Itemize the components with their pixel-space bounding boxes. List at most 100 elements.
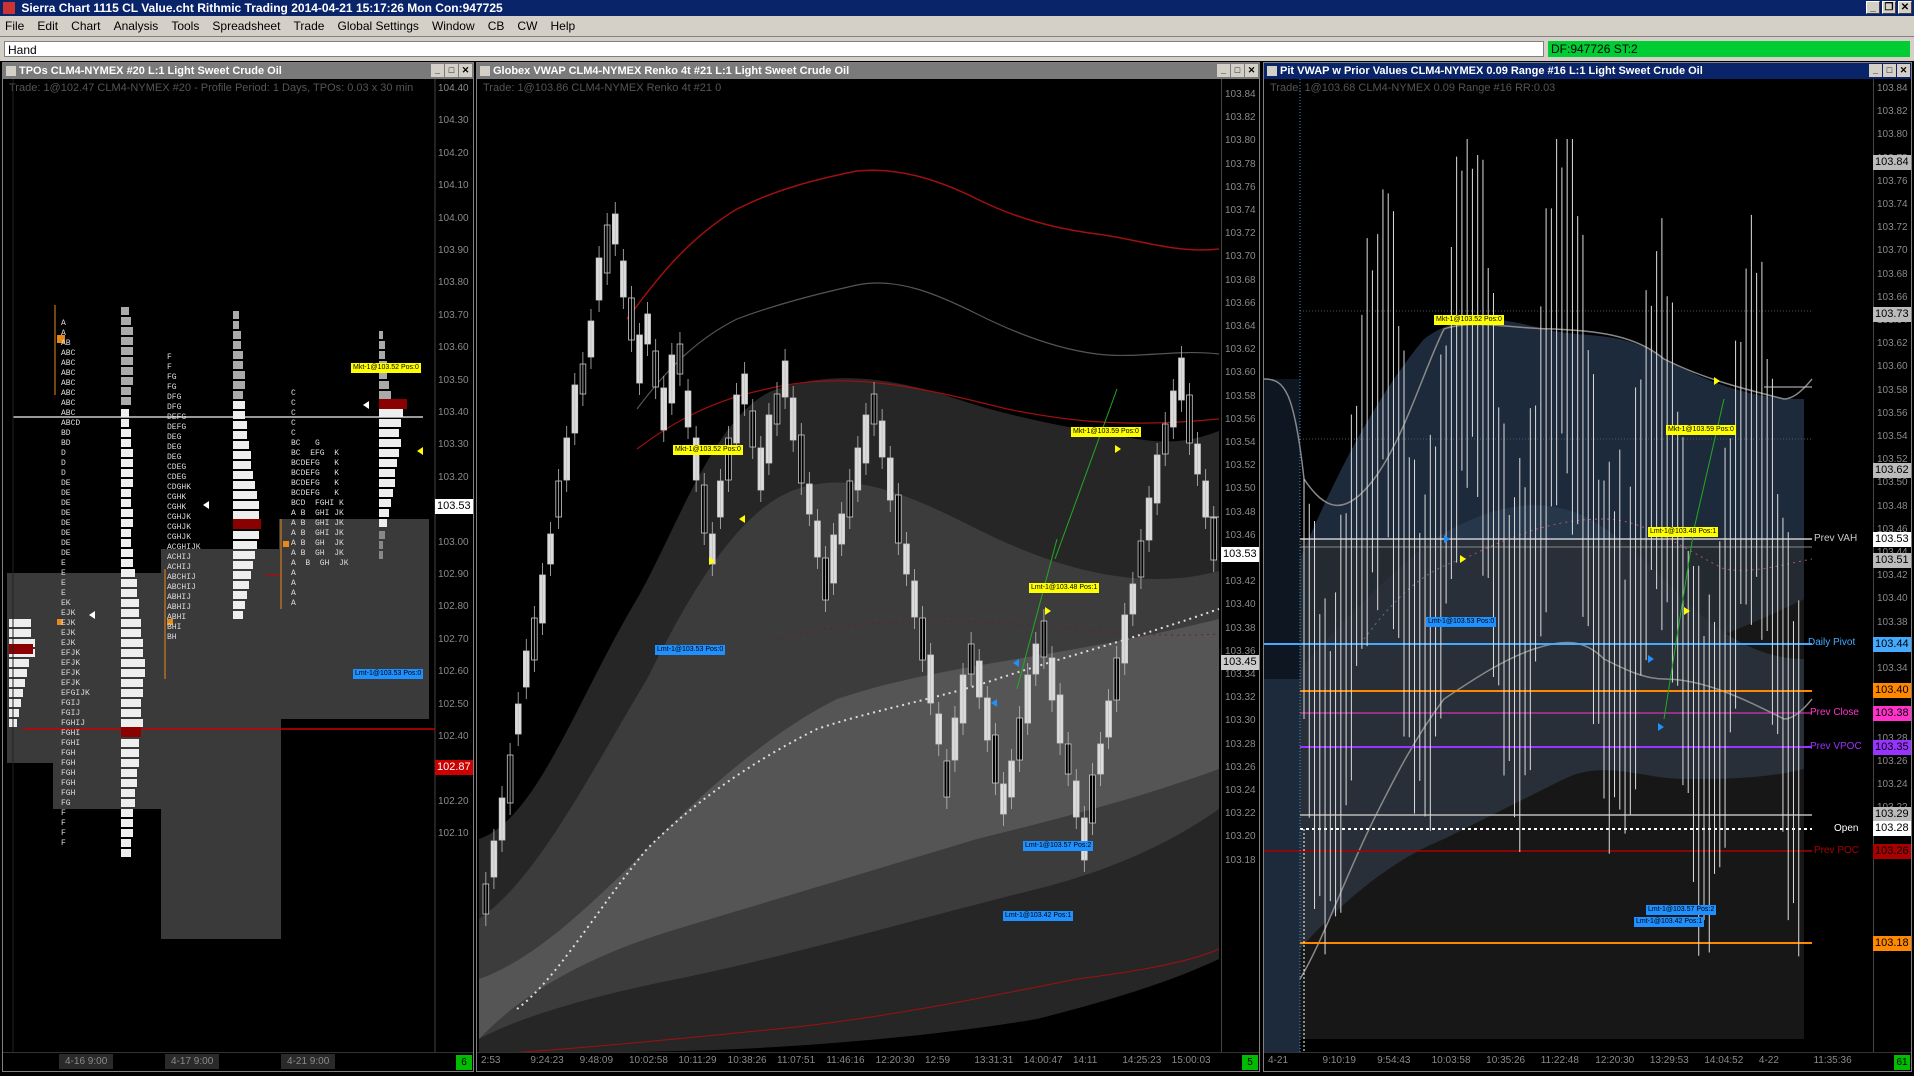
menu-cw[interactable]: CW [512,16,542,36]
price-tick: 103.50 [1225,483,1256,495]
pit-time-axis[interactable]: 61 4-21 9:10:19 9:54:43 10:03:58 10:35:26 11:… [1264,1052,1911,1071]
time-tick: 2:53 [481,1055,501,1066]
menu-window[interactable]: Window [427,16,480,36]
menu-global-settings[interactable]: Global Settings [332,16,423,36]
scroll-indicator[interactable]: 6 [456,1055,472,1070]
renko-time-axis[interactable]: 5 2:53 9:24:23 9:48:09 10:02:58 10:11:29 10:3… [477,1052,1259,1071]
renko-chart-titlebar[interactable]: Globex VWAP CLM4-NYMEX Renko 4t #21 L:1 … [477,63,1259,79]
panel-minimize-button[interactable]: _ [1217,64,1230,77]
price-tick: 103.80 [1877,129,1908,141]
menu-tools[interactable]: Tools [166,16,204,36]
price-tick: 103.58 [1225,390,1256,402]
panel-close-button[interactable]: ✕ [1245,64,1258,77]
red-price-box: 102.87 [435,760,473,775]
toolbar: Hand DF:947726 ST:2 [0,37,1914,61]
price-tick: 103.22 [1225,808,1256,820]
price-tick: 102.50 [438,698,469,710]
order-label[interactable]: Mkt-1@103.59 Pos:0 [1666,425,1736,435]
tpo-row: DEG [167,433,182,442]
pit-vwap-chart-window[interactable]: Pit VWAP w Prior Values CLM4-NYMEX 0.09 … [1263,62,1912,1072]
tpo-time-axis[interactable]: 4-16 9:00 4-17 9:00 4-21 9:00 6 [3,1052,473,1071]
order-label[interactable]: Lmt-1@103.48 Pos:1 [1029,583,1100,593]
tpo-row: F [167,363,172,372]
time-tick: 11:22:48 [1540,1055,1579,1066]
tpo-row: D [61,449,66,458]
tpo-row: DEG [167,443,182,452]
panel-close-button[interactable]: ✕ [1897,64,1910,77]
tpo-row: A B GHI JK [291,529,344,538]
scroll-indicator[interactable]: 5 [1242,1055,1258,1070]
menu-spreadsheet[interactable]: Spreadsheet [207,16,285,36]
panel-minimize-button[interactable]: _ [1869,64,1882,77]
pit-vwap-chart-canvas[interactable] [1264,79,1873,1055]
connection-status: DF:947726 ST:2 [1548,41,1910,57]
menu-chart[interactable]: Chart [66,16,105,36]
renko-price-scale[interactable]: 103.84 103.82 103.80 103.78 103.76 103.74 103.… [1221,79,1259,1055]
time-tick: 15:00:03 [1171,1055,1211,1066]
panel-maximize-button[interactable]: □ [1231,64,1244,77]
order-label[interactable]: Mkt-1@103.59 Pos:0 [1071,427,1141,437]
panel-maximize-button[interactable]: □ [445,64,458,77]
tpo-row: EFGIJK [61,689,90,698]
price-tick: 103.30 [438,439,469,451]
tpo-row: D [61,459,66,468]
order-label[interactable]: Lmt-1@103.48 Pos:1 [1648,527,1719,537]
date-label: 4-16 9:00 [59,1054,114,1069]
price-tick: 103.64 [1225,321,1256,332]
panel-minimize-button[interactable]: _ [431,64,444,77]
tpo-row: ABHIJ [167,603,192,612]
tool-mode-field[interactable]: Hand [4,41,1544,57]
tpo-row: FGH [61,759,76,768]
tpo-row: CGHJK [167,533,192,542]
price-tick: 104.00 [438,212,469,224]
menu-analysis[interactable]: Analysis [109,16,164,36]
menu-trade[interactable]: Trade [289,16,330,36]
price-tick: 102.10 [438,828,469,840]
tpo-row: CDEG [167,463,187,472]
close-button[interactable]: ✕ [1898,1,1912,14]
scroll-indicator[interactable]: 61 [1894,1055,1910,1070]
menu-help[interactable]: Help [545,16,580,36]
tpo-row: DE [61,539,71,548]
order-label[interactable]: Lmt-1@103.42 Pos:1 [1634,917,1705,927]
tpo-row: CGHJK [167,513,192,522]
order-label[interactable]: Lmt-1@103.42 Pos:1 [1003,911,1074,921]
level-box-prev-vpoc: 103.35 [1873,740,1911,755]
date-label: 4-17 9:00 [165,1054,220,1069]
menu-edit[interactable]: Edit [32,16,63,36]
pit-vwap-chart-titlebar[interactable]: Pit VWAP w Prior Values CLM4-NYMEX 0.09 … [1264,63,1911,79]
order-label[interactable]: Lmt-1@103.53 Pos:0 [353,669,424,679]
panel-maximize-button[interactable]: □ [1883,64,1896,77]
order-label[interactable]: Lmt-1@103.57 Pos:2 [1023,841,1094,851]
menu-file[interactable]: File [0,16,29,36]
price-tick: 103.60 [1877,361,1908,373]
restore-button[interactable]: ❐ [1882,1,1896,14]
order-label[interactable]: Mkt-1@103.52 Pos:0 [351,363,421,373]
tpo-row: ABC [61,349,76,358]
panel-close-button[interactable]: ✕ [459,64,472,77]
price-tick: 103.74 [1225,205,1256,216]
price-tick: 103.70 [1225,251,1256,263]
tpo-chart-window[interactable]: TPOs CLM4-NYMEX #20 L:1 Light Sweet Crud… [2,62,474,1072]
price-tick: 103.72 [1225,228,1256,240]
menu-cb[interactable]: CB [483,16,510,36]
tpo-row: BHI [167,623,182,632]
time-tick: 10:02:58 [629,1055,668,1066]
renko-chart-canvas[interactable] [477,79,1221,1055]
tpo-row: ABC [61,369,76,378]
renko-chart-window[interactable]: Globex VWAP CLM4-NYMEX Renko 4t #21 L:1 … [476,62,1260,1072]
price-tick: 103.42 [1877,570,1908,582]
tpo-row: FGIJ [61,699,81,708]
minimize-button[interactable]: _ [1866,1,1880,14]
order-label[interactable]: Lmt-1@103.57 Pos:2 [1646,905,1717,915]
tpo-price-scale[interactable]: 104.40 104.30 104.20 104.10 104.00 103.90 103.… [435,79,473,1055]
tpo-row: BCDEFG K [291,469,340,478]
price-tick: 103.84 [1877,83,1908,94]
order-label[interactable]: Lmt-1@103.53 Pos:0 [655,645,726,655]
tpo-row: CGHJK [167,523,192,532]
level-box: 103.40 [1873,683,1911,698]
tpo-chart-titlebar[interactable]: TPOs CLM4-NYMEX #20 L:1 Light Sweet Crud… [3,63,473,79]
order-label[interactable]: Lmt-1@103.53 Pos:0 [1426,617,1497,627]
order-label[interactable]: Mkt-1@103.52 Pos:0 [1434,315,1504,325]
order-label[interactable]: Mkt-1@103.52 Pos:0 [673,445,743,455]
